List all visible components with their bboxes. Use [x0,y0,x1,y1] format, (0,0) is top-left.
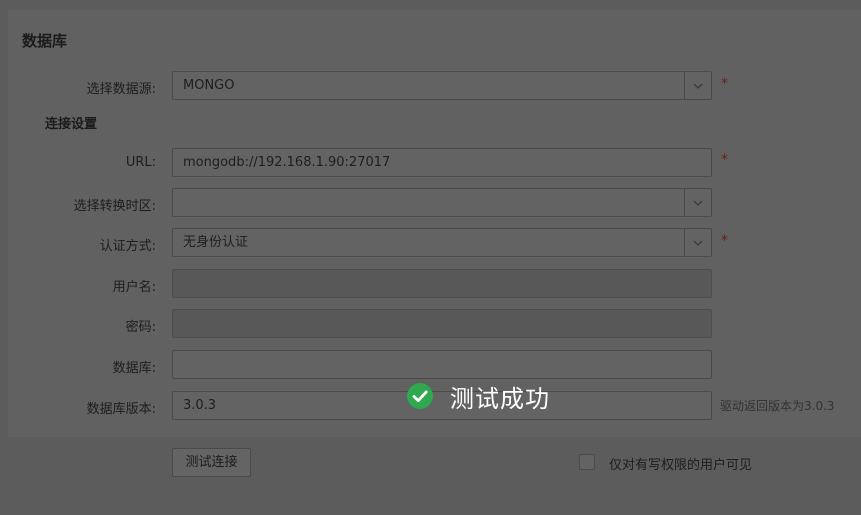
password-input[interactable] [172,309,712,338]
username-label: 用户名: [112,280,156,295]
auth-label: 认证方式: [99,239,156,254]
url-input[interactable]: mongodb://192.168.1.90:27017 [172,148,712,177]
chevron-down-icon[interactable] [684,229,711,256]
url-label: URL: [125,155,156,170]
connection-settings-title: 连接设置 [45,117,98,132]
check-circle-icon [407,383,433,409]
timezone-label: 选择转换时区: [73,199,156,214]
datasource-label: 选择数据源: [86,82,156,97]
chevron-down-icon[interactable] [684,72,711,99]
test-connection-button[interactable]: 测试连接 [172,448,251,477]
required-mark: * [721,76,728,92]
auth-select[interactable]: 无身份认证 [172,228,712,257]
username-input[interactable] [172,269,712,298]
owner-only-checkbox[interactable] [579,454,595,470]
version-label: 数据库版本: [86,402,156,417]
datasource-select[interactable]: MONGO [172,71,712,100]
page-overlay: 数据库 选择数据源: MONGO * 连接设置 URL: mongodb://1… [0,0,861,515]
version-value: 3.0.3 [183,398,217,413]
timezone-select[interactable] [172,188,712,217]
auth-value: 无身份认证 [183,235,249,250]
url-value: mongodb://192.168.1.90:27017 [183,155,391,170]
owner-only-label: 仅对有写权限的用户可见 [609,458,753,473]
version-hint: 驱动返回版本为3.0.3 [720,399,835,413]
required-mark: * [721,152,728,168]
required-mark: * [721,233,728,249]
database-input[interactable] [172,350,712,379]
success-toast: 测试成功 [406,378,550,414]
chevron-down-icon[interactable] [684,189,711,216]
section-title: 数据库 [22,32,68,50]
toast-message: 测试成功 [450,384,550,413]
database-label: 数据库: [112,361,156,376]
datasource-value: MONGO [183,78,235,93]
password-label: 密码: [125,320,156,335]
